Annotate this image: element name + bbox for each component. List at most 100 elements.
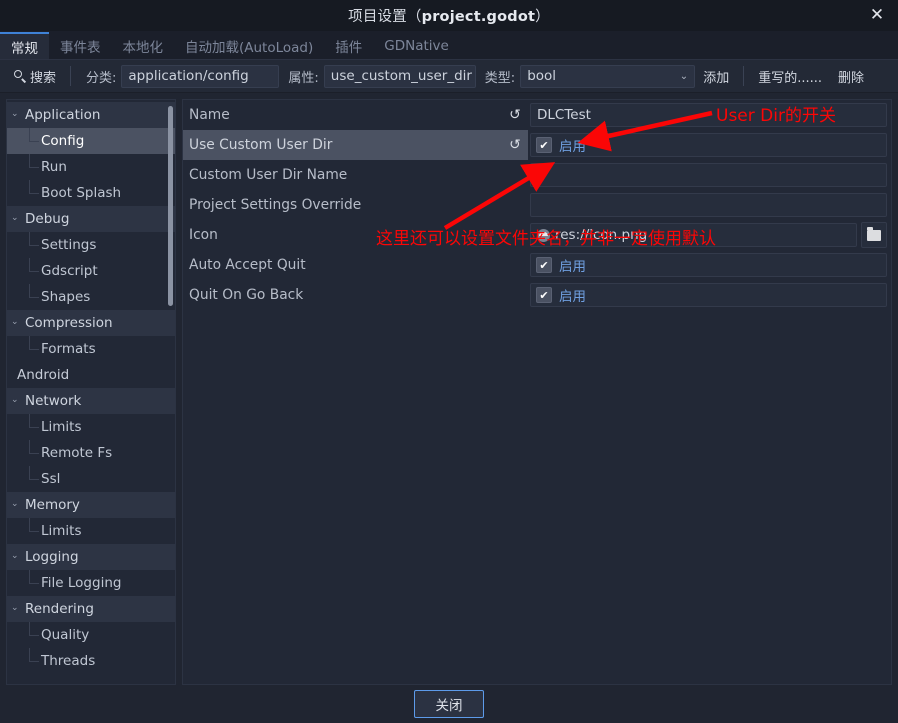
sidebar-item-quality[interactable]: Quality (7, 622, 175, 648)
delete-button[interactable]: 删除 (830, 63, 872, 89)
sidebar-item-config[interactable]: Config (7, 128, 175, 154)
property-value-cell: res://icon.png (528, 220, 891, 250)
overrides-button[interactable]: 重写的...... (750, 63, 830, 89)
tab-0[interactable]: 常规 (0, 32, 49, 59)
sidebar-item-file-logging[interactable]: File Logging (7, 570, 175, 596)
overrides-button-label: 重写的...... (758, 70, 822, 86)
tree-guide-vertical (29, 466, 30, 479)
sidebar-item-label: Limits (41, 523, 82, 539)
checkbox-icon[interactable]: ✔ (536, 137, 552, 153)
checkbox-icon[interactable]: ✔ (536, 257, 552, 273)
sidebar-item-shapes[interactable]: Shapes (7, 284, 175, 310)
property-row[interactable]: Auto Accept Quit ✔ 启用 (183, 250, 891, 280)
property-value-cell: ✔ 启用 (528, 130, 891, 160)
sidebar-item-label: Threads (41, 653, 96, 669)
chevron-down-icon[interactable]: ⌄ (11, 317, 23, 327)
sidebar-item-ssl[interactable]: Ssl (7, 466, 175, 492)
sidebar-item-logging[interactable]: ⌄ Logging (7, 544, 175, 570)
type-select-value: bool (527, 68, 557, 84)
sidebar-item-settings[interactable]: Settings (7, 232, 175, 258)
tree-guide-vertical (29, 284, 30, 297)
property-panel: Name ↺ DLCTest Use Custom User Dir ↺ ✔ 启用 Custo… (182, 99, 892, 685)
sidebar-item-rendering[interactable]: ⌄ Rendering (7, 596, 175, 622)
property-input[interactable]: use_custom_user_dir (323, 64, 476, 88)
sidebar-item-boot-splash[interactable]: Boot Splash (7, 180, 175, 206)
property-name-label: Quit On Go Back (189, 287, 304, 303)
add-button[interactable]: 添加 (695, 63, 737, 89)
sidebar-item-label: File Logging (41, 575, 122, 591)
sidebar-item-threads[interactable]: Threads (7, 648, 175, 674)
checkbox-field[interactable]: ✔ 启用 (530, 253, 887, 277)
sidebar-item-run[interactable]: Run (7, 154, 175, 180)
property-row[interactable]: Quit On Go Back ✔ 启用 (183, 280, 891, 310)
chevron-down-icon[interactable]: ⌄ (11, 603, 23, 613)
sidebar-item-remote-fs[interactable]: Remote Fs (7, 440, 175, 466)
property-name-label: Project Settings Override (189, 197, 362, 213)
sidebar-item-limits[interactable]: Limits (7, 518, 175, 544)
property-row[interactable]: Use Custom User Dir ↺ ✔ 启用 (183, 130, 891, 160)
checkbox-label: 启用 (559, 139, 586, 155)
property-name-label: Name (189, 107, 230, 123)
revert-icon[interactable]: ↺ (507, 137, 523, 153)
property-name-cell: Quit On Go Back (183, 280, 528, 310)
tree-guide-vertical (29, 336, 30, 349)
filter-toolbar: 搜索 分类: application/config 属性: use_custom… (0, 60, 898, 93)
sidebar-item-application[interactable]: ⌄ Application (7, 102, 175, 128)
close-button[interactable]: 关闭 (414, 690, 484, 718)
tab-label: 插件 (335, 39, 363, 56)
sidebar-item-label: Quality (41, 627, 90, 643)
checkbox-icon[interactable]: ✔ (536, 287, 552, 303)
type-select[interactable]: bool ⌄ (520, 64, 696, 88)
add-button-label: 添加 (703, 70, 730, 86)
tab-1[interactable]: 事件表 (49, 32, 112, 59)
tab-2[interactable]: 本地化 (112, 32, 175, 59)
tree-guide-vertical (29, 440, 30, 453)
chevron-down-icon[interactable]: ⌄ (11, 213, 23, 223)
checkbox-field[interactable]: ✔ 启用 (530, 283, 887, 307)
property-name-label: Use Custom User Dir (189, 137, 333, 153)
tree-guide-horizontal (29, 531, 39, 532)
text-input[interactable]: DLCTest (530, 103, 887, 127)
text-input[interactable] (530, 163, 887, 187)
sidebar-item-android[interactable]: Android (7, 362, 175, 388)
text-input[interactable] (530, 193, 887, 217)
chevron-down-icon[interactable]: ⌄ (11, 109, 23, 119)
tree-guide-horizontal (29, 167, 39, 168)
sidebar-item-limits[interactable]: Limits (7, 414, 175, 440)
tab-3[interactable]: 自动加载(AutoLoad) (174, 32, 324, 59)
sidebar-item-label: Android (17, 367, 70, 383)
chevron-down-icon[interactable]: ⌄ (11, 395, 23, 405)
tab-5[interactable]: GDNative (373, 32, 460, 59)
title-filename: project.godot (421, 9, 536, 25)
tab-4[interactable]: 插件 (324, 32, 373, 59)
property-row[interactable]: Name ↺ DLCTest (183, 100, 891, 130)
tree-guide-horizontal (29, 141, 39, 142)
close-icon[interactable]: ✕ (864, 3, 890, 28)
sidebar-scrollbar-thumb[interactable] (168, 106, 173, 306)
chevron-down-icon: ⌄ (679, 70, 689, 82)
property-row[interactable]: Custom User Dir Name (183, 160, 891, 190)
sidebar-item-label: Ssl (41, 471, 61, 487)
sidebar-item-compression[interactable]: ⌄ Compression (7, 310, 175, 336)
resource-path-field[interactable]: res://icon.png (530, 223, 857, 247)
dialog-footer: 关闭 (0, 685, 898, 723)
chevron-down-icon[interactable]: ⌄ (11, 499, 23, 509)
sidebar-item-network[interactable]: ⌄ Network (7, 388, 175, 414)
sidebar-item-label: Settings (41, 237, 97, 253)
sidebar-item-debug[interactable]: ⌄ Debug (7, 206, 175, 232)
search-button[interactable]: 搜索 (6, 63, 64, 89)
property-name-label: Auto Accept Quit (189, 257, 306, 273)
sidebar-item-label: Remote Fs (41, 445, 113, 461)
sidebar-item-memory[interactable]: ⌄ Memory (7, 492, 175, 518)
revert-icon[interactable]: ↺ (507, 107, 523, 123)
category-input[interactable]: application/config (121, 64, 280, 88)
chevron-down-icon[interactable]: ⌄ (11, 551, 23, 561)
browse-folder-button[interactable] (861, 222, 887, 248)
tree-guide-vertical (29, 622, 30, 635)
sidebar-item-formats[interactable]: Formats (7, 336, 175, 362)
sidebar-item-gdscript[interactable]: Gdscript (7, 258, 175, 284)
checkbox-field[interactable]: ✔ 启用 (530, 133, 887, 157)
property-row[interactable]: Icon res://icon.png (183, 220, 891, 250)
category-label: 分类: (86, 70, 117, 86)
property-row[interactable]: Project Settings Override (183, 190, 891, 220)
